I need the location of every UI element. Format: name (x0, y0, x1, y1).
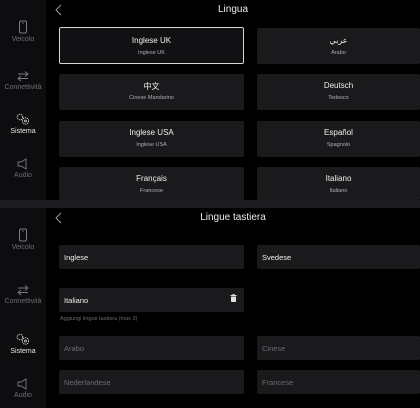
language-sub: Cinese Mandarino (129, 95, 174, 101)
nav-label: Veicolo (11, 36, 35, 43)
language-sub: Arabo (331, 50, 346, 56)
available-language-label: Francese (262, 378, 294, 387)
language-card[interactable]: عربي Arabo (257, 28, 420, 64)
language-card[interactable]: Español Spagnolo (257, 121, 420, 157)
speaker-icon (17, 158, 27, 170)
arrows-icon (17, 71, 29, 82)
nav-label: Sistema (10, 348, 36, 355)
language-sub: Tedesco (328, 95, 349, 101)
nav-audio[interactable]: Audio (0, 378, 46, 399)
available-language-row[interactable]: Arabo (59, 336, 244, 360)
language-screen: Veicolo Connettività Sistema Audio Lingu… (0, 0, 420, 200)
language-name: Deutsch (323, 81, 354, 90)
available-language-label: Arabo (64, 344, 85, 353)
nav-label: Sistema (10, 128, 36, 135)
available-language-label: Nederlandese (64, 378, 111, 387)
keyboard-language-row[interactable]: Italiano (59, 288, 244, 312)
nav-label: Audio (14, 172, 32, 179)
available-language-row[interactable]: Cinese (257, 336, 420, 360)
sidebar: Veicolo Connettività Sistema Audio (0, 208, 46, 408)
language-name: Italiano (325, 174, 352, 183)
nav-label: Connettività (4, 298, 42, 305)
language-card[interactable]: Deutsch Tedesco (257, 74, 420, 110)
language-card[interactable]: 中文 Cinese Mandarino (59, 74, 244, 110)
arrows-icon (17, 285, 29, 296)
gears-icon (16, 333, 30, 345)
language-sub: Inglese USA (136, 142, 167, 148)
available-language-row[interactable]: Nederlandese (59, 370, 244, 394)
keyboard-hint: Aggiungi lingue tastiera (max 3) (60, 316, 138, 322)
language-name: Inglese USA (129, 128, 174, 137)
page-title: Lingue tastiera (200, 212, 266, 223)
language-name: Français (136, 174, 167, 183)
phone-icon (19, 228, 27, 242)
language-card[interactable]: Français Francese (59, 167, 244, 200)
nav-label: Veicolo (11, 244, 35, 251)
language-name: Inglese UK (131, 36, 172, 45)
nav-sistema[interactable]: Sistema (0, 332, 46, 355)
language-card[interactable]: Italiano Italiano (257, 167, 420, 200)
page-title: Lingua (217, 4, 249, 15)
sidebar: Veicolo Connettività Sistema Audio (0, 0, 46, 200)
language-card[interactable]: Inglese USA Inglese USA (59, 121, 244, 157)
language-sub: Francese (140, 188, 163, 194)
language-name: عربي (329, 36, 348, 45)
language-sub: Spagnolo (326, 142, 351, 148)
available-language-row[interactable]: Francese (257, 370, 420, 394)
keyboard-language-row[interactable]: Svedese (257, 245, 420, 269)
nav-sistema[interactable]: Sistema (0, 112, 46, 135)
nav-connettivita[interactable]: Connettività (0, 284, 46, 305)
keyboard-languages-screen: Veicolo Connettività Sistema Audio Lingu… (0, 208, 420, 408)
language-card[interactable]: Inglese UK Inglese UK (59, 27, 244, 64)
speaker-icon (17, 378, 27, 390)
nav-label: Connettività (4, 84, 42, 91)
language-name: 中文 (143, 82, 160, 91)
divider (0, 200, 420, 208)
nav-label: Audio (14, 392, 32, 399)
available-language-label: Cinese (262, 344, 286, 353)
keyboard-language-label: Italiano (64, 296, 89, 305)
keyboard-language-label: Svedese (262, 253, 292, 262)
language-sub: Inglese UK (138, 50, 165, 56)
nav-audio[interactable]: Audio (0, 158, 46, 179)
phone-icon (19, 20, 27, 34)
trash-icon[interactable] (230, 294, 237, 302)
keyboard-language-label: Inglese (64, 253, 89, 262)
language-sub: Italiano (329, 188, 348, 194)
nav-veicolo[interactable]: Veicolo (0, 228, 46, 251)
nav-connettivita[interactable]: Connettività (0, 70, 46, 91)
language-name: Español (324, 128, 353, 137)
nav-veicolo[interactable]: Veicolo (0, 20, 46, 43)
keyboard-language-row[interactable]: Inglese (59, 245, 244, 269)
gears-icon (16, 113, 30, 125)
